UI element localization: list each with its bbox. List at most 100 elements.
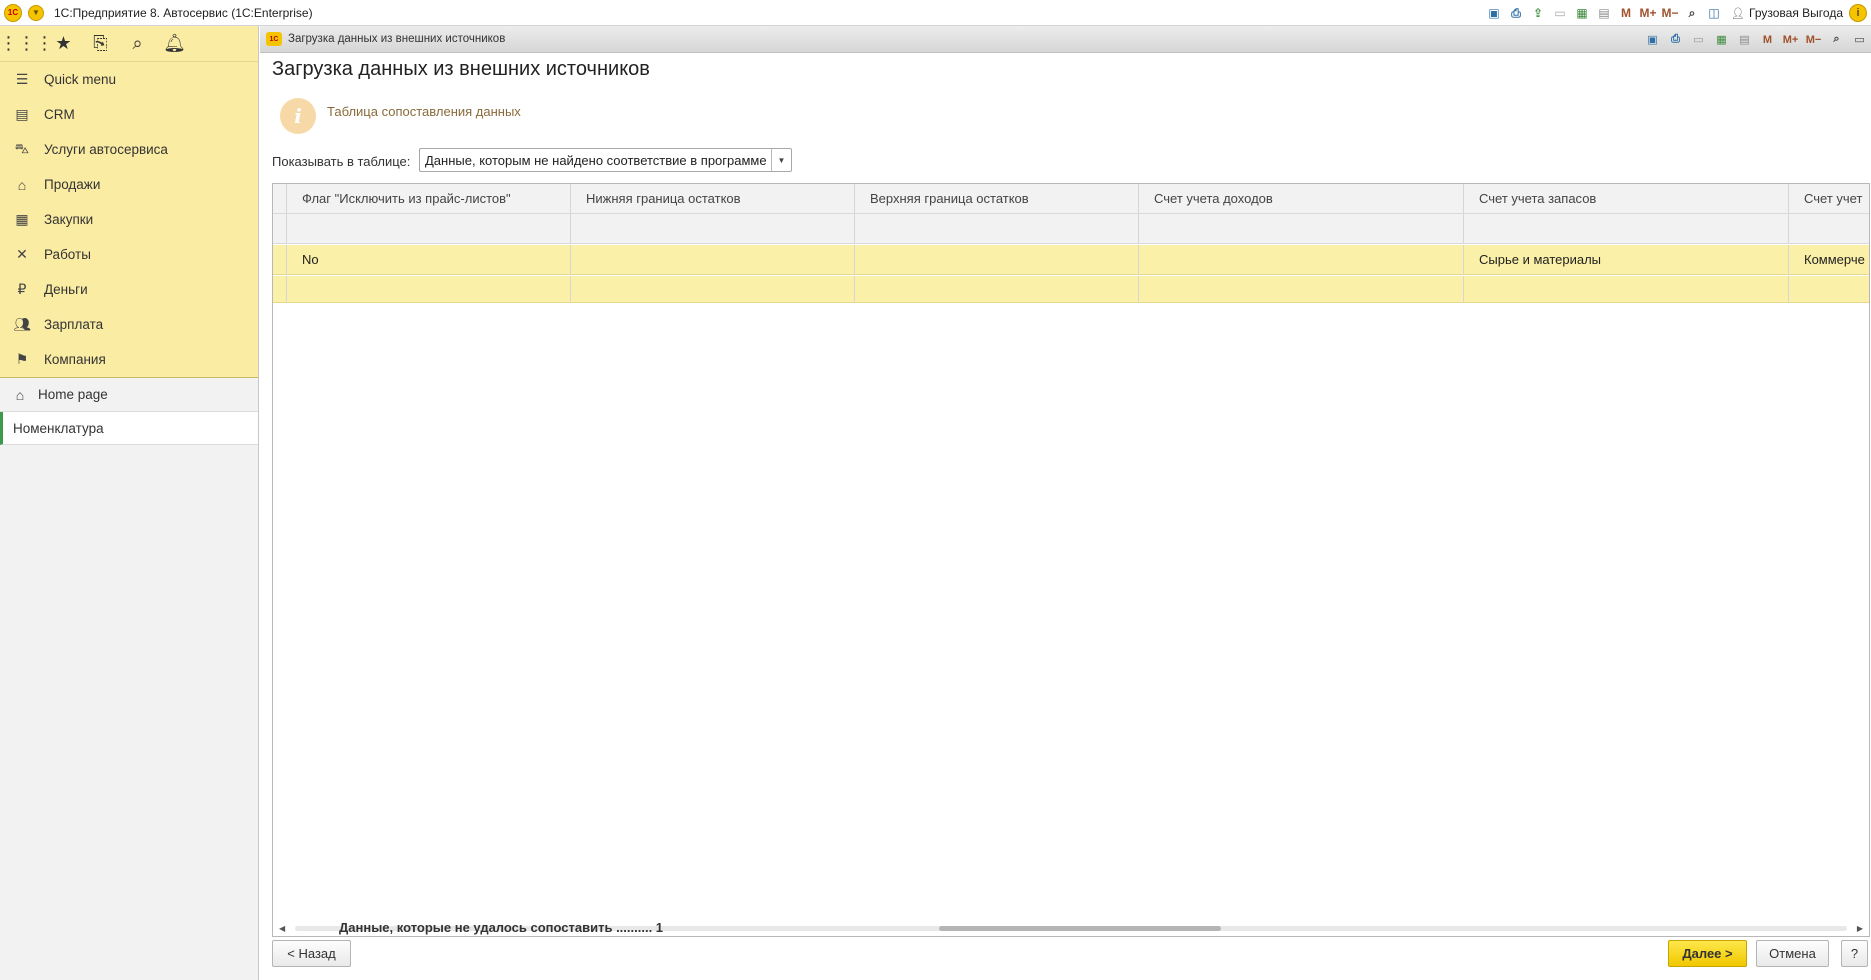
menu-icon: ☰ <box>15 71 29 87</box>
ruble-icon: ₽ <box>17 281 27 297</box>
panel-icon[interactable]: ◫ <box>1703 2 1725 24</box>
people-icon: 👥︎ <box>13 316 31 332</box>
sidebar-toolbar: ⋮⋮⋮ ★ ⎘ ⌕ 🔔︎ <box>0 26 258 62</box>
memory-m-icon[interactable]: M <box>1756 29 1779 51</box>
section-label: Компания <box>44 352 106 367</box>
back-button[interactable]: < Назад <box>272 940 351 967</box>
column-header[interactable]: Нижняя граница остатков <box>571 184 855 213</box>
calendar-icon[interactable]: ▤ <box>1733 29 1756 51</box>
table-icon[interactable]: ▦ <box>1710 29 1733 51</box>
memory-plus-icon[interactable]: M+ <box>1779 29 1802 51</box>
table-icon[interactable]: ▦ <box>1571 2 1593 24</box>
section-purchases[interactable]: ▦ Закупки <box>0 202 258 237</box>
memory-minus-icon[interactable]: M− <box>1802 29 1825 51</box>
scroll-left-icon[interactable]: ◀ <box>279 924 285 933</box>
table-cell[interactable] <box>1789 276 1869 302</box>
info-icon: i <box>280 98 316 134</box>
info-icon[interactable]: i <box>1849 4 1867 22</box>
filter-select[interactable]: Данные, которым не найдено соответствие … <box>419 148 792 172</box>
section-works[interactable]: ✕ Работы <box>0 237 258 272</box>
car-icon: ⛍ <box>14 140 30 156</box>
table-cell[interactable] <box>287 276 571 302</box>
open-window-nomenclature[interactable]: Номенклатура <box>0 412 258 445</box>
star-icon[interactable]: ★ <box>45 26 82 62</box>
zoom-icon[interactable]: ⌕ <box>1681 2 1703 24</box>
section-company[interactable]: ⚑ Компания <box>0 342 258 377</box>
section-money[interactable]: ₽ Деньги <box>0 272 258 307</box>
window-tab-bar: 1С Загрузка данных из внешних источников… <box>260 26 1871 53</box>
zoom-icon[interactable]: ⌕ <box>1825 29 1848 51</box>
column-header[interactable]: Флаг "Исключить из прайс-листов" <box>287 184 571 213</box>
subheader-cell <box>1789 214 1869 243</box>
bell-icon[interactable]: 🔔︎ <box>156 26 193 62</box>
table-cell[interactable] <box>571 276 855 302</box>
table-row[interactable]: No Сырье и материалы Коммерче <box>273 245 1869 275</box>
section-label: CRM <box>44 107 75 122</box>
maximize-icon[interactable]: ▭ <box>1848 29 1871 51</box>
cancel-button[interactable]: Отмена <box>1756 940 1829 967</box>
info-text: Таблица сопоставления данных <box>327 104 521 119</box>
history-icon[interactable]: ⎘ <box>82 26 119 62</box>
mapping-table[interactable]: Флаг "Исключить из прайс-листов" Нижняя … <box>272 183 1870 937</box>
section-label: Закупки <box>44 212 94 227</box>
table-cell[interactable] <box>1139 276 1464 302</box>
subheader-cell <box>1464 214 1789 243</box>
table-cell[interactable] <box>855 245 1139 274</box>
table-cell[interactable]: Сырье и материалы <box>1464 245 1789 274</box>
main-menu-dropdown-icon[interactable]: ▼ <box>28 4 44 21</box>
subheader-cell <box>855 214 1139 243</box>
sections-panel: ☰ Quick menu ▤ CRM ⛍ Услуги автосервиса … <box>0 62 258 378</box>
table-cell[interactable] <box>571 245 855 274</box>
upload-icon[interactable]: ⇪ <box>1527 2 1549 24</box>
chevron-down-icon[interactable]: ▼ <box>771 149 791 171</box>
table-row[interactable] <box>273 276 1869 303</box>
row-marker <box>273 276 287 302</box>
window-toolbar: ▣ ⎙ ▭ ▦ ▤ M M+ M− ⌕ ▭ <box>1641 26 1871 53</box>
memory-minus-icon[interactable]: M− <box>1659 2 1681 24</box>
subheader-cell <box>571 214 855 243</box>
window-tab-title[interactable]: Загрузка данных из внешних источников <box>288 33 505 45</box>
column-header[interactable]: Счет учет <box>1789 184 1869 213</box>
home-page-link[interactable]: ⌂ Home page <box>0 378 258 412</box>
table-cell[interactable]: No <box>287 245 571 274</box>
1c-logo-icon: 1С <box>266 32 282 46</box>
table-cell[interactable] <box>1139 245 1464 274</box>
row-marker <box>273 214 287 243</box>
next-button[interactable]: Далее > <box>1668 940 1747 967</box>
table-cell[interactable]: Коммерче <box>1789 245 1869 274</box>
section-salary[interactable]: 👥︎ Зарплата <box>0 307 258 342</box>
print-icon[interactable]: ⎙ <box>1664 29 1687 51</box>
title-toolbar: ▣ ⎙ ⇪ ▭ ▦ ▤ M M+ M− ⌕ ◫ 👤︎ Грузовая Выго… <box>1483 0 1871 26</box>
calendar-icon[interactable]: ▤ <box>1593 2 1615 24</box>
section-autoservice[interactable]: ⛍ Услуги автосервиса <box>0 132 258 167</box>
save-icon[interactable]: ▣ <box>1483 2 1505 24</box>
scroll-thumb[interactable] <box>939 926 1221 931</box>
document-icon[interactable]: ▭ <box>1549 2 1571 24</box>
table-subheader-row <box>273 214 1869 244</box>
search-icon[interactable]: ⌕ <box>119 26 156 62</box>
column-header[interactable]: Счет учета доходов <box>1139 184 1464 213</box>
table-cell[interactable] <box>855 276 1139 302</box>
section-sales[interactable]: ⌂ Продажи <box>0 167 258 202</box>
print-icon[interactable]: ⎙ <box>1505 2 1527 24</box>
scroll-right-icon[interactable]: ▶ <box>1857 924 1863 933</box>
row-marker-column <box>273 184 287 213</box>
memory-plus-icon[interactable]: M+ <box>1637 2 1659 24</box>
column-header[interactable]: Счет учета запасов <box>1464 184 1789 213</box>
table-cell[interactable] <box>1464 276 1789 302</box>
help-button[interactable]: ? <box>1841 940 1868 967</box>
cart-icon: ▦ <box>15 211 29 227</box>
document-icon[interactable]: ▭ <box>1687 29 1710 51</box>
apps-grid-icon[interactable]: ⋮⋮⋮ <box>0 26 54 62</box>
user-name[interactable]: Грузовая Выгода <box>1749 6 1843 20</box>
subheader-cell <box>287 214 571 243</box>
unmatched-summary: Данные, которые не удалось сопоставить .… <box>339 920 664 935</box>
save-icon[interactable]: ▣ <box>1641 29 1664 51</box>
1c-logo-icon[interactable]: 1С <box>4 3 22 22</box>
memory-m-icon[interactable]: M <box>1615 2 1637 24</box>
section-crm[interactable]: ▤ CRM <box>0 97 258 132</box>
section-quick-menu[interactable]: ☰ Quick menu <box>0 62 258 97</box>
filter-label: Показывать в таблице: <box>272 154 411 169</box>
column-header[interactable]: Верхняя граница остатков <box>855 184 1139 213</box>
main-window: 1С Загрузка данных из внешних источников… <box>260 26 1871 980</box>
